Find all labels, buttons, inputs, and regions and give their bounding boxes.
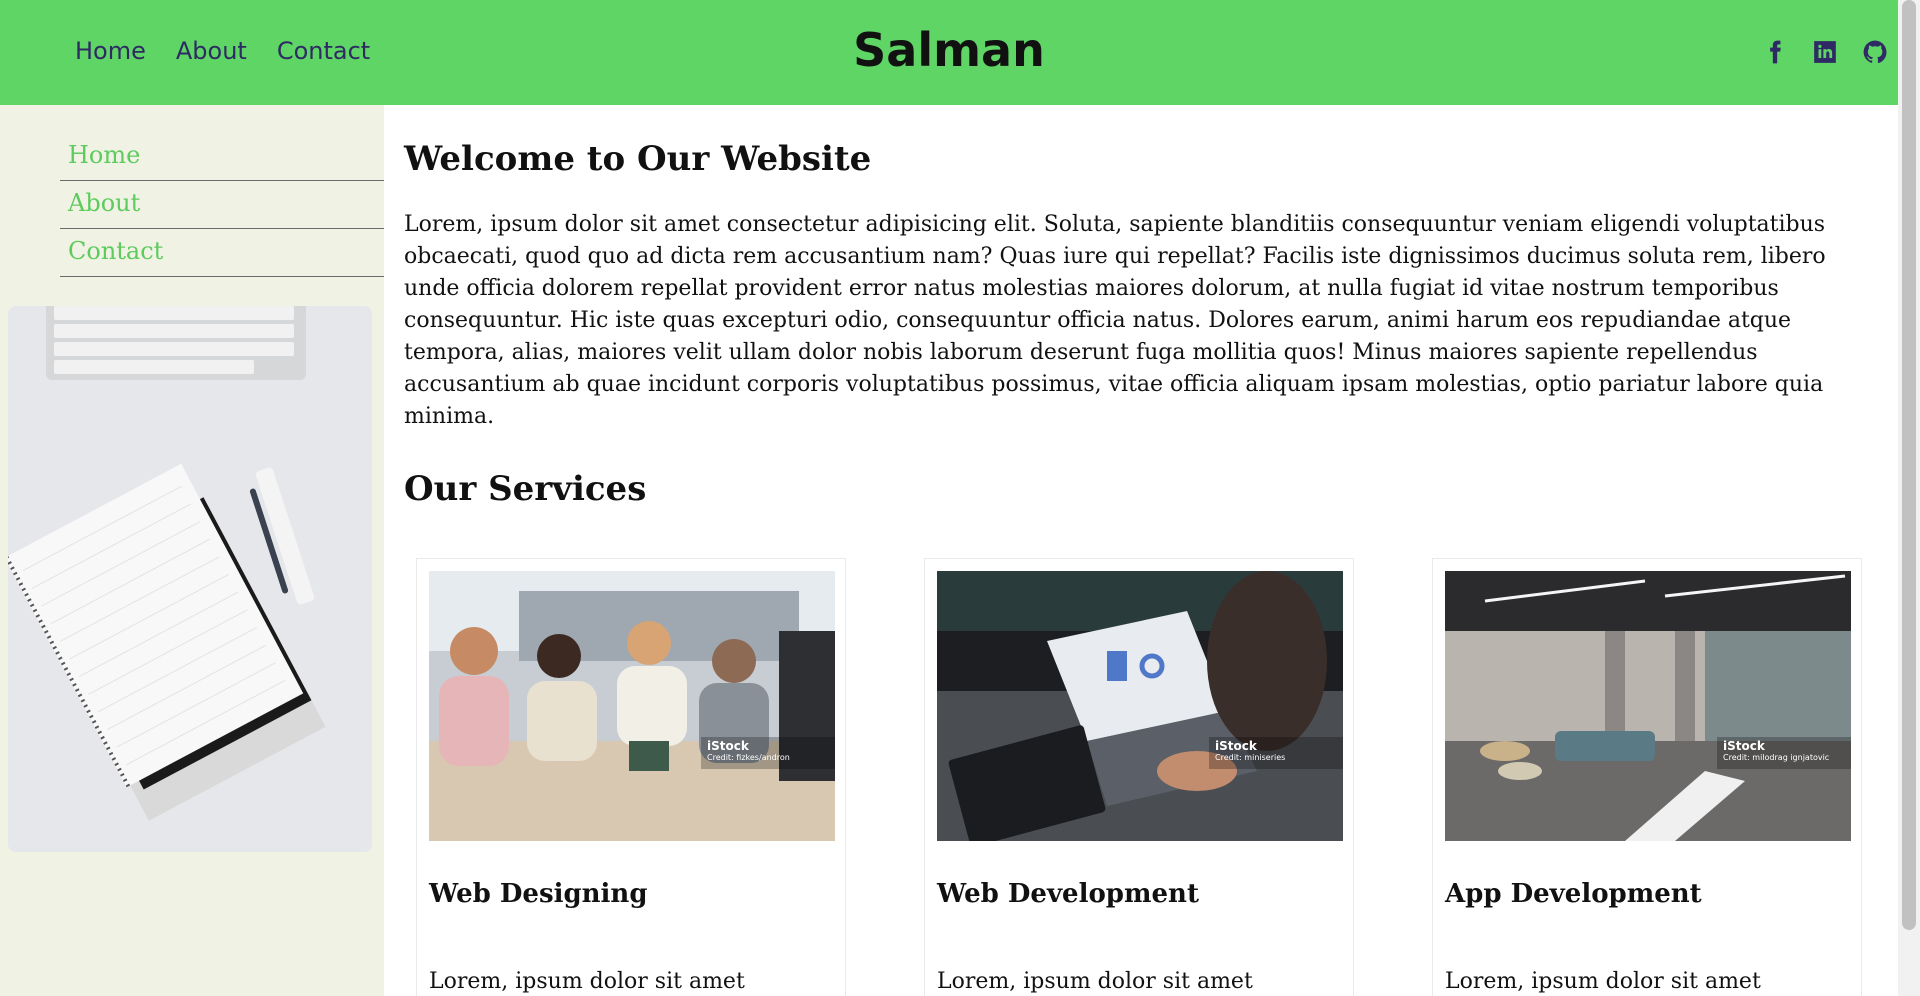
main-content: Welcome to Our Website Lorem, ipsum dolo… — [404, 105, 1874, 509]
vertical-scrollbar[interactable] — [1898, 0, 1920, 996]
istock-watermark: iStock Credit: fizkes/andron — [701, 737, 835, 769]
istock-watermark: iStock Credit: milodrag ignjatovic — [1717, 737, 1851, 769]
service-card-web-designing[interactable]: iStock Credit: fizkes/andron Web Designi… — [416, 558, 846, 996]
sidebar-item-contact[interactable]: Contact — [60, 229, 384, 277]
services-title: Our Services — [404, 469, 647, 509]
service-card-app-development[interactable]: iStock Credit: milodrag ignjatovic App D… — [1432, 558, 1862, 996]
sidebar-image — [8, 306, 372, 852]
github-icon[interactable] — [1862, 38, 1888, 66]
laptop-image: iStock Credit: miniseries — [937, 571, 1343, 841]
scrollbar-thumb[interactable] — [1902, 0, 1916, 930]
card-text: Lorem, ipsum dolor sit amet — [937, 969, 1253, 994]
linkedin-icon[interactable] — [1812, 38, 1838, 66]
sidebar: Home About Contact — [0, 105, 384, 996]
istock-watermark: iStock Credit: miniseries — [1209, 737, 1343, 769]
service-cards: iStock Credit: fizkes/andron Web Designi… — [416, 558, 1866, 996]
intro-paragraph: Lorem, ipsum dolor sit amet consectetur … — [404, 212, 1826, 429]
facebook-icon[interactable] — [1762, 38, 1788, 66]
side-nav: Home About Contact — [60, 133, 384, 277]
card-text: Lorem, ipsum dolor sit amet — [429, 969, 745, 994]
card-title: Web Designing — [429, 879, 648, 909]
brand-title: Salman — [853, 23, 1045, 77]
sidebar-item-home[interactable]: Home — [60, 133, 384, 181]
card-title: Web Development — [937, 879, 1199, 909]
page-title: Welcome to Our Website — [404, 139, 872, 179]
card-text: Lorem, ipsum dolor sit amet — [1445, 969, 1761, 994]
card-title: App Development — [1445, 879, 1702, 909]
notebook-illustration — [8, 306, 372, 852]
sidebar-item-about[interactable]: About — [60, 181, 384, 229]
social-links — [1762, 38, 1888, 66]
header-bar: Home About Contact Salman — [0, 0, 1898, 105]
team-meeting-image: iStock Credit: fizkes/andron — [429, 571, 835, 841]
office-image: iStock Credit: milodrag ignjatovic — [1445, 571, 1851, 841]
service-card-web-development[interactable]: iStock Credit: miniseries Web Developmen… — [924, 558, 1354, 996]
